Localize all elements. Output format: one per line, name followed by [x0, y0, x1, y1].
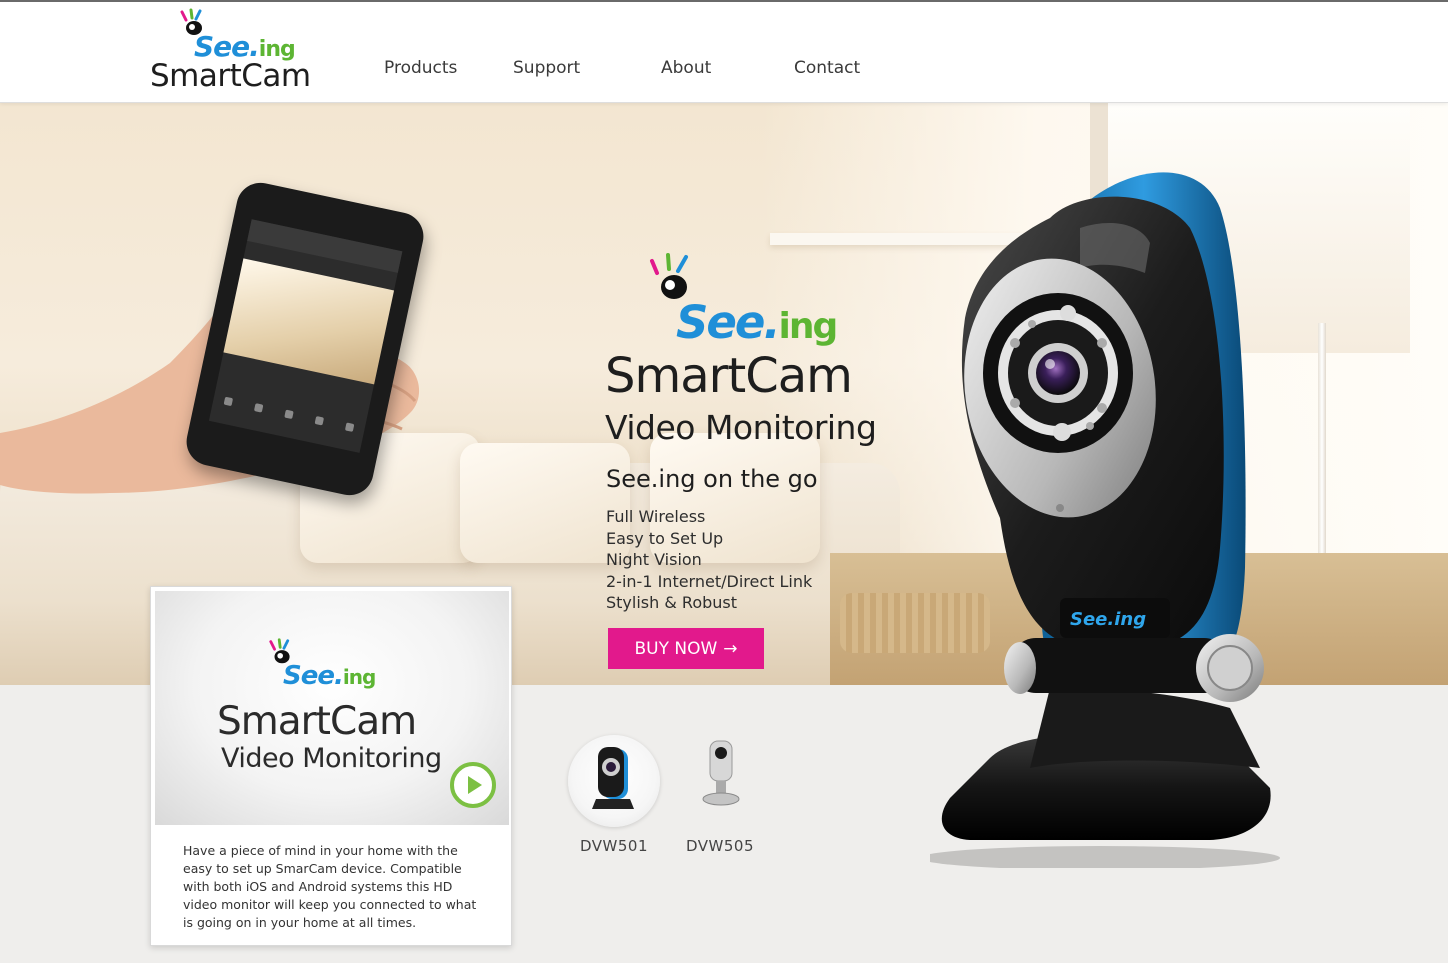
dvw501-camera-icon — [592, 747, 634, 809]
video-card: See.ing SmartCam Video Monitoring Have a… — [150, 586, 512, 946]
arrow-right-icon: → — [723, 638, 738, 659]
smartcam-product-image: See.ing — [930, 172, 1280, 868]
feature-item: Full Wireless — [606, 507, 706, 526]
play-icon[interactable] — [449, 761, 497, 809]
feature-item: 2-in-1 Internet/Direct Link — [606, 571, 813, 591]
product-thumb-circle — [674, 735, 766, 827]
feature-item: Night Vision — [606, 550, 702, 570]
product-thumb-dvw505[interactable]: DVW505 — [672, 735, 768, 855]
card-seeing-text: See.ing — [283, 661, 376, 691]
hero-seeing-text: See.ing — [676, 296, 838, 349]
video-card-description: Have a piece of mind in your home with t… — [183, 843, 477, 930]
feature-list: Full Wireless Easy to Set Up Night Visio… — [606, 506, 812, 614]
nav-products[interactable]: Products — [384, 58, 457, 78]
nav-support[interactable]: Support — [513, 58, 580, 78]
hero-title: SmartCam — [605, 348, 853, 404]
feature-item: Stylish & Robust — [606, 593, 738, 613]
hero-subtitle: Video Monitoring — [605, 408, 877, 447]
nav-about[interactable]: About — [661, 58, 711, 78]
phone-controls — [211, 384, 368, 445]
sofa-cushion — [460, 443, 630, 563]
buy-now-label: BUY NOW — [634, 638, 718, 659]
nav-contact[interactable]: Contact — [794, 58, 860, 78]
site-header: See.ing SmartCam Products Support About … — [0, 0, 1448, 103]
card-title: SmartCam — [217, 699, 417, 744]
buy-now-button[interactable]: BUY NOW → — [608, 628, 764, 669]
dvw505-camera-icon — [702, 740, 740, 806]
card-subtitle: Video Monitoring — [221, 743, 442, 774]
product-thumb-dvw501[interactable]: DVW501 — [566, 735, 662, 855]
phone-live-feed — [223, 258, 395, 385]
hero-tagline: See.ing on the go — [606, 465, 818, 493]
product-label: DVW501 — [579, 837, 648, 855]
product-label: DVW505 — [685, 837, 754, 855]
feature-item: Easy to Set Up — [606, 528, 724, 548]
video-thumbnail[interactable]: See.ing SmartCam Video Monitoring — [155, 591, 509, 825]
product-thumb-circle — [568, 735, 660, 827]
logo-brand-name: SmartCam — [150, 58, 311, 94]
phone-screen — [208, 219, 403, 453]
camera-badge-text: See.ing — [1070, 609, 1146, 630]
site-logo[interactable]: See.ing SmartCam — [150, 4, 340, 100]
